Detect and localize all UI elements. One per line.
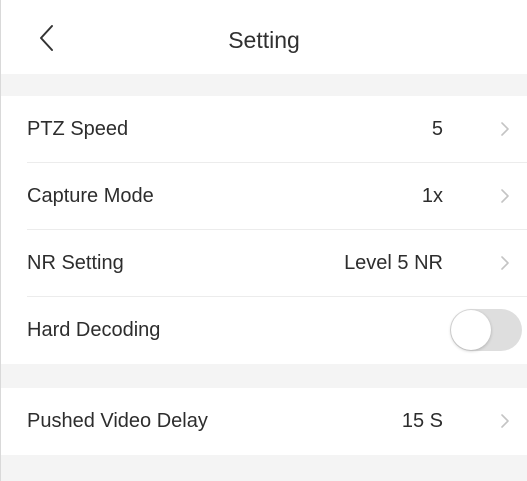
setting-value: 1x xyxy=(421,185,443,207)
header-bar: Setting xyxy=(1,0,527,74)
setting-row-hard-decoding: Hard Decoding xyxy=(1,297,527,364)
setting-value: Level 5 NR xyxy=(344,252,443,274)
setting-value: 15 S xyxy=(401,410,443,432)
setting-label: NR Setting xyxy=(27,252,124,274)
setting-value: 5 xyxy=(431,118,443,140)
setting-row-nr-setting[interactable]: NR Setting Level 5 NR xyxy=(1,230,527,297)
setting-row-ptz-speed[interactable]: PTZ Speed 5 xyxy=(1,96,527,163)
setting-label: Capture Mode xyxy=(27,185,154,207)
chevron-right-icon xyxy=(495,411,515,431)
chevron-right-icon xyxy=(495,253,515,273)
setting-label: Pushed Video Delay xyxy=(27,410,208,432)
hard-decoding-toggle[interactable] xyxy=(450,309,522,351)
toggle-knob xyxy=(451,310,491,350)
chevron-right-icon xyxy=(495,119,515,139)
setting-row-capture-mode[interactable]: Capture Mode 1x xyxy=(1,163,527,230)
chevron-right-icon xyxy=(495,186,515,206)
page-title: Setting xyxy=(228,27,300,53)
setting-row-pushed-video-delay[interactable]: Pushed Video Delay 15 S xyxy=(1,388,527,455)
setting-label: Hard Decoding xyxy=(27,319,161,341)
setting-label: PTZ Speed xyxy=(27,118,129,140)
